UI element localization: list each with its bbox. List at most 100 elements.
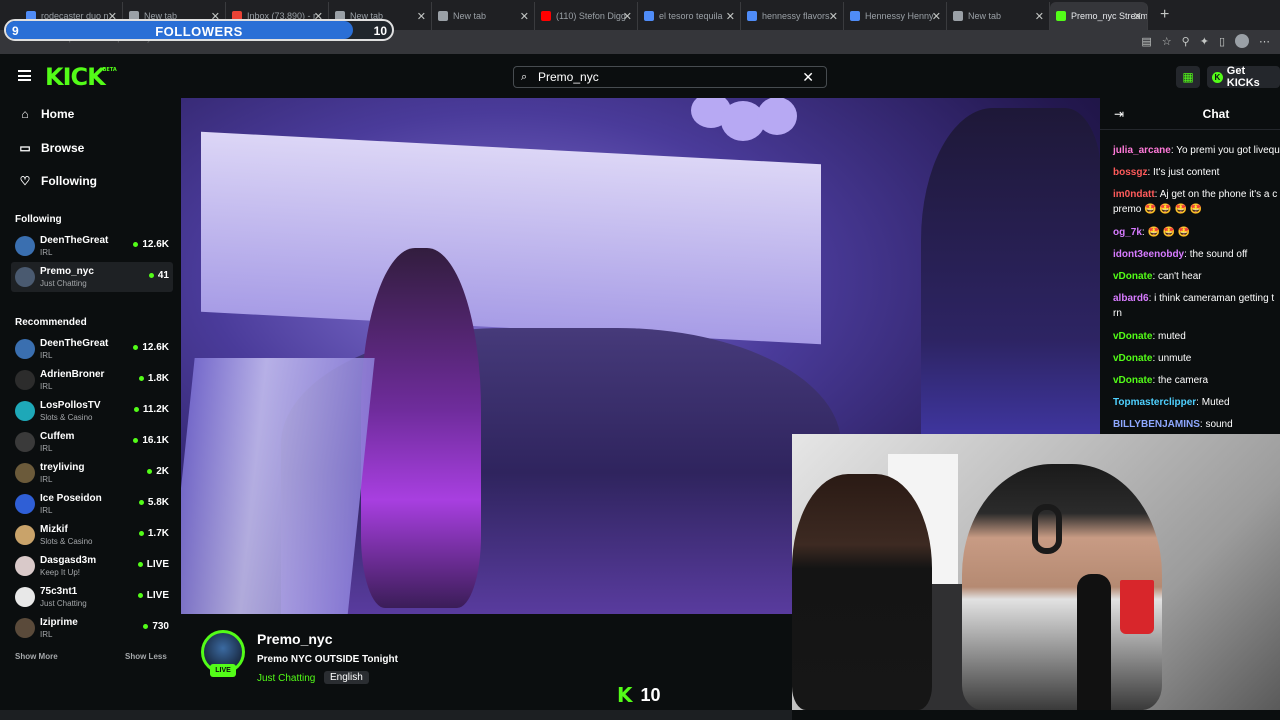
chat-username[interactable]: bossgz bbox=[1113, 167, 1147, 178]
browser-tab[interactable]: New tab ✕ bbox=[432, 2, 535, 30]
sidebar-channel[interactable]: Cuffem IRL 16.1K bbox=[11, 427, 173, 457]
more-menu-icon[interactable]: ⋯ bbox=[1259, 35, 1270, 48]
heart-icon: ♡ bbox=[19, 174, 31, 188]
live-dot-icon bbox=[133, 345, 139, 350]
viewer-count-value: LIVE bbox=[146, 590, 169, 601]
chat-username[interactable]: im0ndatt bbox=[1113, 189, 1155, 200]
browser-tab[interactable]: Premo_nyc Stream ✕ bbox=[1050, 2, 1148, 30]
sidebar-channel[interactable]: Iziprime IRL 730 bbox=[11, 613, 173, 643]
close-tab-icon[interactable]: ✕ bbox=[726, 10, 735, 23]
chat-title: Chat bbox=[1202, 107, 1230, 121]
chat-username[interactable]: vDonate bbox=[1113, 353, 1152, 364]
live-dot-icon bbox=[138, 500, 144, 505]
close-tab-icon[interactable]: ✕ bbox=[623, 10, 632, 23]
chat-username[interactable]: BILLYBENJAMINS bbox=[1113, 419, 1200, 430]
browser-tab[interactable]: el tesoro tequila ✕ bbox=[638, 2, 741, 30]
close-tab-icon[interactable]: ✕ bbox=[1133, 10, 1142, 23]
chat-username[interactable]: vDonate bbox=[1113, 375, 1152, 386]
sidebar-channel[interactable]: DeenTheGreat IRL 12.6K bbox=[11, 334, 173, 364]
channel-name: Mizkif bbox=[40, 523, 68, 535]
close-tab-icon[interactable]: ✕ bbox=[417, 10, 426, 23]
chat-username[interactable]: julia_arcane bbox=[1113, 145, 1171, 156]
live-badge: LIVE bbox=[210, 664, 236, 677]
streamer-name[interactable]: Premo_nyc bbox=[257, 631, 332, 647]
recommended-section-title: Recommended bbox=[15, 317, 87, 328]
profile-avatar[interactable] bbox=[1235, 34, 1249, 48]
sidebar-channel[interactable]: AdrienBroner IRL 1.8K bbox=[11, 365, 173, 395]
search-input[interactable] bbox=[538, 70, 798, 84]
video-scene-projection bbox=[201, 131, 821, 345]
sidebar-channel[interactable]: treyliving IRL 2K bbox=[11, 458, 173, 488]
close-tab-icon[interactable]: ✕ bbox=[829, 10, 838, 23]
sidebar-channel[interactable]: Premo_nyc Just Chatting 41 bbox=[11, 262, 173, 292]
show-more-button[interactable]: Show More bbox=[15, 652, 58, 661]
sidebar-toggle-icon[interactable]: ▯ bbox=[1219, 35, 1225, 48]
menu-icon[interactable] bbox=[18, 70, 31, 81]
puzzle-icon[interactable]: ✦ bbox=[1200, 35, 1209, 48]
sidebar-channel[interactable]: Mizkif Slots & Casino 1.7K bbox=[11, 520, 173, 550]
get-kicks-button[interactable]: K Get KICKs bbox=[1207, 65, 1280, 89]
chat-message: albard6: i think cameraman getting t rn bbox=[1113, 293, 1275, 319]
browser-tab[interactable]: New tab ✕ bbox=[947, 2, 1050, 30]
nav-home-label: Home bbox=[41, 107, 75, 121]
browser-tab[interactable]: (110) Stefon Digg ✕ bbox=[535, 2, 638, 30]
tab-title: New tab bbox=[453, 11, 487, 21]
nav-following-label: Following bbox=[41, 174, 97, 188]
close-tab-icon[interactable]: ✕ bbox=[520, 10, 529, 23]
tab-favicon-icon bbox=[541, 11, 551, 21]
close-tab-icon[interactable]: ✕ bbox=[1035, 10, 1044, 23]
nav-home[interactable]: ⌂ Home bbox=[18, 104, 74, 124]
sidebar-channel[interactable]: LosPollosTV Slots & Casino 11.2K bbox=[11, 396, 173, 426]
live-dot-icon bbox=[133, 407, 139, 412]
clear-search-icon[interactable]: ✕ bbox=[802, 69, 814, 86]
channel-category: Slots & Casino bbox=[40, 412, 93, 422]
chat-text: Muted bbox=[1201, 397, 1230, 408]
sidebar-channel[interactable]: 75c3nt1 Just Chatting LIVE bbox=[11, 582, 173, 612]
calendar-button[interactable]: ▦ bbox=[1176, 66, 1200, 88]
tab-title: New tab bbox=[968, 11, 1002, 21]
browser-tab[interactable]: hennessy flavors ✕ bbox=[741, 2, 844, 30]
channel-avatar bbox=[15, 267, 35, 287]
sidebar: ⌂ Home ▭ Browse ♡ Following Following De… bbox=[0, 98, 180, 720]
browser-tab[interactable]: Hennessy Henny ✕ bbox=[844, 2, 947, 30]
channel-category: Keep It Up! bbox=[40, 567, 81, 577]
new-tab-icon[interactable]: + bbox=[1160, 2, 1169, 30]
chat-message: vDonate: muted bbox=[1113, 331, 1186, 342]
channel-avatar bbox=[15, 618, 35, 638]
show-less-button[interactable]: Show Less bbox=[125, 652, 167, 661]
stream-language-tag[interactable]: English bbox=[324, 671, 369, 684]
stream-category[interactable]: Just Chatting bbox=[257, 673, 315, 684]
nav-following[interactable]: ♡ Following bbox=[18, 171, 97, 191]
chat-username[interactable]: albard6 bbox=[1113, 293, 1149, 304]
chat-username[interactable]: Topmasterclipper bbox=[1113, 397, 1196, 408]
chat-username[interactable]: vDonate bbox=[1113, 331, 1152, 342]
viewer-count: 5.8K bbox=[138, 497, 169, 508]
viewer-count: 730 bbox=[143, 621, 169, 632]
live-dot-icon bbox=[133, 242, 139, 247]
channel-avatar bbox=[15, 556, 35, 576]
extension-icon[interactable]: ⚲ bbox=[1182, 35, 1190, 48]
star-icon[interactable]: ☆ bbox=[1162, 35, 1172, 48]
reader-icon[interactable]: ▤ bbox=[1141, 35, 1151, 48]
viewer-count-value: 730 bbox=[152, 621, 169, 632]
chat-username[interactable]: og_7k bbox=[1113, 227, 1142, 238]
viewer-count-value: 1.8K bbox=[147, 373, 169, 384]
sidebar-channel[interactable]: DeenTheGreat IRL 12.6K bbox=[11, 231, 173, 261]
browser-toolbar-icons: ▤ ☆ ⚲ ✦ ▯ ⋯ bbox=[1141, 34, 1270, 48]
chat-message: idont3eenobdy: the sound off bbox=[1113, 249, 1248, 260]
sidebar-channel[interactable]: Dasgasd3m Keep It Up! LIVE bbox=[11, 551, 173, 581]
chat-username[interactable]: idont3eenobdy bbox=[1113, 249, 1184, 260]
kick-logo[interactable]: KICK BETA bbox=[45, 63, 117, 91]
sidebar-channel[interactable]: Ice Poseidon IRL 5.8K bbox=[11, 489, 173, 519]
chat-username[interactable]: vDonate bbox=[1113, 271, 1152, 282]
channel-category: Just Chatting bbox=[40, 278, 87, 288]
viewer-count: 12.6K bbox=[133, 342, 169, 353]
search-box[interactable]: ⌕ ✕ bbox=[513, 66, 827, 88]
channel-name: Premo_nyc bbox=[40, 265, 94, 277]
channel-name: DeenTheGreat bbox=[40, 234, 109, 246]
viewer-count: 1.7K bbox=[138, 528, 169, 539]
kick-count-value: 10 bbox=[640, 684, 661, 705]
close-tab-icon[interactable]: ✕ bbox=[932, 10, 941, 23]
nav-browse[interactable]: ▭ Browse bbox=[18, 138, 84, 158]
viewer-count: 16.1K bbox=[133, 435, 169, 446]
